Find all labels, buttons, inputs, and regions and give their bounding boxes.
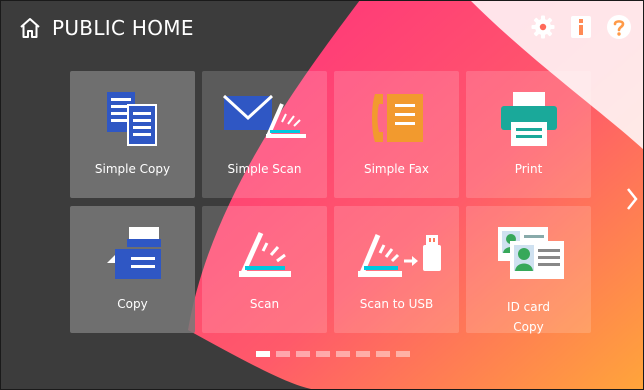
page-dot[interactable] [316, 351, 330, 357]
fax-phone-icon [372, 94, 423, 142]
id-card-icon [498, 227, 564, 279]
tile-label: ID card Copy [507, 300, 550, 334]
scanner-icon [239, 231, 291, 277]
page-title: PUBLIC HOME [52, 16, 194, 40]
simple-fax-tile[interactable]: Simple Fax [334, 71, 459, 198]
copy-tile[interactable]: Copy [70, 206, 195, 333]
settings-gear-icon[interactable] [530, 14, 556, 40]
page-dot[interactable] [376, 351, 390, 357]
simple-copy-tile[interactable]: Simple Copy [70, 71, 195, 198]
page-dot[interactable] [356, 351, 370, 357]
page-indicator [256, 351, 410, 357]
simple-scan-tile[interactable]: Simple Scan [202, 71, 327, 198]
print-tile[interactable]: Print [466, 71, 591, 198]
info-icon[interactable] [568, 14, 594, 40]
scan-to-usb-icon [358, 234, 441, 277]
next-page-arrow-icon[interactable] [625, 186, 639, 212]
tile-label: Simple Copy [94, 162, 171, 176]
home-button[interactable]: PUBLIC HOME [18, 13, 194, 43]
top-bar: PUBLIC HOME [0, 0, 644, 56]
app-grid: Simple Copy Simple Scan Simple Fax Print… [70, 71, 591, 334]
copier-icon [107, 227, 161, 279]
tile-label: Scan to USB [359, 297, 434, 311]
envelope-scan-icon [222, 94, 306, 138]
help-icon[interactable] [606, 14, 632, 40]
documents-copy-icon [107, 92, 157, 146]
page-dot[interactable] [256, 351, 270, 357]
scan-to-usb-tile[interactable]: Scan to USB [334, 206, 459, 333]
tile-label: Simple Scan [227, 162, 302, 176]
id-card-copy-tile[interactable]: ID card Copy [466, 206, 591, 334]
printer-icon [501, 92, 557, 146]
public-home-screen: PUBLIC HOME Simple Copy Simple Scan Simp… [0, 0, 644, 390]
scan-tile[interactable]: Scan [202, 206, 327, 333]
tile-label: Simple Fax [363, 162, 430, 176]
tile-label: Print [514, 162, 543, 176]
page-dot[interactable] [296, 351, 310, 357]
tile-label: Copy [117, 297, 148, 311]
page-dot[interactable] [276, 351, 290, 357]
page-dot[interactable] [396, 351, 410, 357]
page-dot[interactable] [336, 351, 350, 357]
home-icon [20, 18, 40, 38]
tile-label: Scan [249, 297, 280, 311]
